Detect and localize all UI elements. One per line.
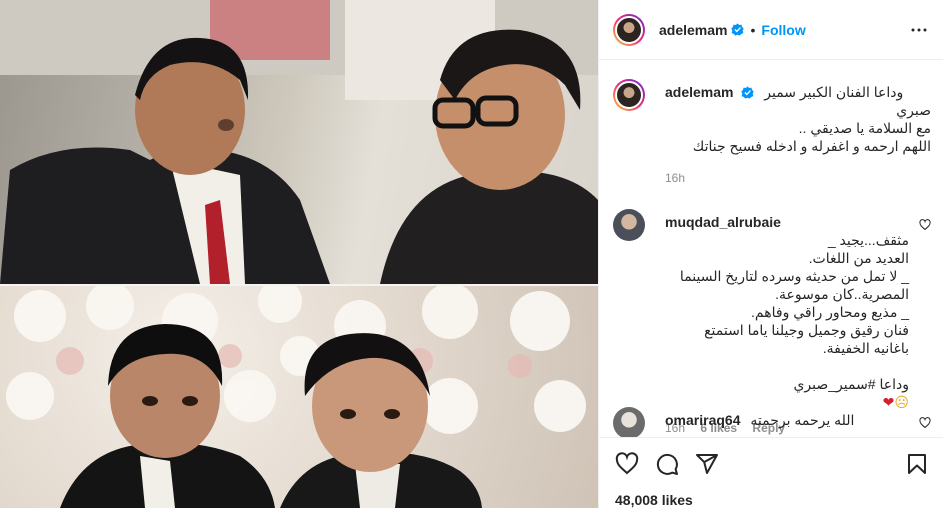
comment-like-heart-icon[interactable]: [919, 417, 931, 429]
bookmark-icon[interactable]: [905, 452, 929, 476]
caption-line-2: صبري: [896, 102, 931, 118]
post-actions: 48,008 likes: [599, 437, 943, 508]
photo-top: [0, 0, 598, 284]
commenter-avatar[interactable]: [613, 209, 645, 241]
caption-avatar[interactable]: [613, 79, 645, 111]
follow-button[interactable]: Follow: [761, 22, 805, 38]
verified-badge-icon: [731, 23, 745, 36]
heart-icon[interactable]: [615, 452, 639, 476]
comment-text: مثقف...يجيد _ العديد من اللغات. _ لا تمل…: [679, 232, 909, 356]
comment-hashtag-text[interactable]: وداعا #سمير_صبري: [793, 376, 909, 392]
comment-header: muqdad_alrubaie: [665, 213, 909, 231]
comment-username[interactable]: muqdad_alrubaie: [665, 214, 781, 230]
author-username[interactable]: adelemam: [659, 22, 727, 38]
caption-line-1: وداعا الفنان الكبير سمير: [764, 84, 904, 100]
header-separator: •: [750, 21, 756, 38]
post-header: adelemam • Follow: [599, 0, 943, 60]
comment-icon[interactable]: [655, 452, 679, 476]
photo-top-illustration: [0, 0, 598, 284]
caption-header: adelemam وداعا الفنان الكبير سمير: [665, 83, 931, 101]
comment-header: omariraq64 الله يرحمه برحمته: [665, 411, 909, 429]
likes-count[interactable]: 48,008 likes: [615, 492, 693, 508]
photo-bottom: [0, 286, 598, 508]
sad-face-emoji-icon: ☹: [894, 394, 909, 410]
share-icon[interactable]: [695, 452, 719, 476]
comment-hashtag-line: وداعا #سمير_صبري ☹❤: [665, 357, 909, 411]
post-side-panel: adelemam • Follow adelemam وداعا الفنان …: [598, 0, 943, 508]
verified-badge-icon: [741, 86, 755, 99]
comment-like-heart-icon[interactable]: [919, 219, 931, 231]
more-options-icon[interactable]: [910, 21, 928, 39]
caption-line-4: اللهم ارحمه و اغفرله و ادخله فسيح جناتك: [692, 138, 931, 154]
commenter-avatar[interactable]: [613, 407, 645, 437]
caption-line-3: مع السلامة يا صديقي ..: [798, 120, 931, 136]
comment-username[interactable]: omariraq64: [665, 412, 740, 428]
caption-meta: 16h: [665, 171, 931, 185]
caption-time[interactable]: 16h: [665, 171, 685, 185]
broken-heart-emoji-icon: ❤: [882, 394, 895, 410]
photo-bottom-illustration: [6, 286, 586, 508]
comment-text: الله يرحمه برحمته: [750, 412, 855, 428]
post-media[interactable]: [0, 0, 598, 508]
caption-username[interactable]: adelemam: [665, 84, 733, 100]
author-avatar[interactable]: [613, 13, 645, 46]
comments-list[interactable]: adelemam وداعا الفنان الكبير سمير صبري م…: [599, 61, 943, 437]
